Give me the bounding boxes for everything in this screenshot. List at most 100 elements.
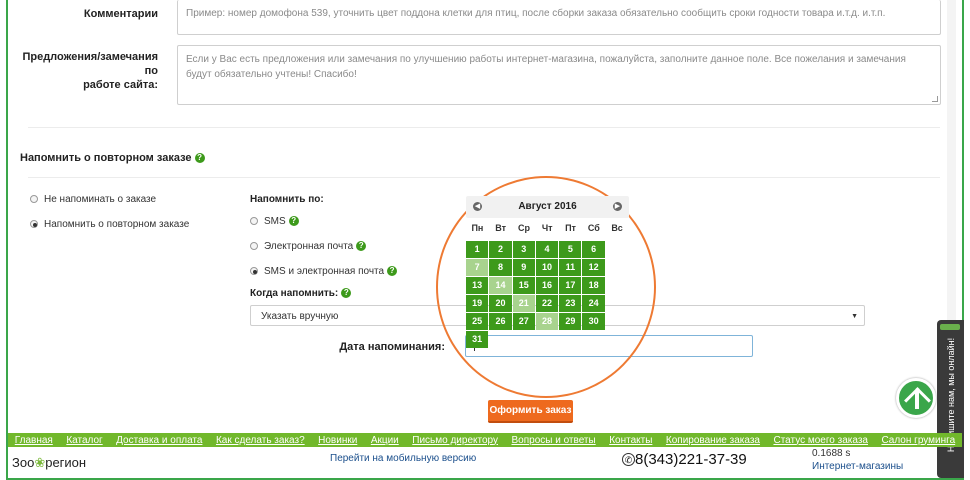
radio-label: Не напоминать о заказе <box>44 194 157 205</box>
radio-button[interactable] <box>250 242 258 250</box>
weekday-label: Пн <box>471 223 484 233</box>
nav-link[interactable]: Салон груминга <box>881 435 955 446</box>
calendar-day[interactable]: 27 <box>512 313 535 330</box>
help-icon[interactable]: ? <box>194 153 205 163</box>
datepicker: ◀ Август 2016 ▶ Пн Вт Ср Чт Пт Сб Вс 123456789… <box>466 196 629 349</box>
weekday-label: Вс <box>611 223 623 233</box>
calendar-day[interactable]: 5 <box>559 241 582 258</box>
radio-label: Электронная почта <box>264 241 354 252</box>
phone-number: ✆ 8(343)221-37-39 <box>622 451 747 468</box>
radio-sms-and-email[interactable]: SMS и электронная почта? <box>250 266 398 277</box>
radio-button[interactable] <box>250 217 258 225</box>
logo-text-1: Зоо <box>12 455 35 470</box>
suggestions-textarea[interactable]: Если у Вас есть предложения или замечани… <box>177 45 941 105</box>
calendar-day[interactable]: 12 <box>582 259 605 276</box>
chevron-down-icon: ▼ <box>851 313 858 320</box>
catalog-link[interactable]: Интернет-магазины <box>812 461 903 472</box>
comments-placeholder: Пример: номер домофона 539, уточнить цве… <box>186 8 886 19</box>
remind-by-label: Напомнить по: <box>250 194 324 205</box>
datepicker-header: ◀ Август 2016 ▶ <box>466 196 629 218</box>
calendar-day[interactable]: 25 <box>466 313 489 330</box>
calendar-day[interactable]: 22 <box>535 295 559 312</box>
comments-textarea[interactable]: Пример: номер домофона 539, уточнить цве… <box>177 0 941 35</box>
nav-link[interactable]: Новинки <box>318 435 357 446</box>
radio-no-reminder[interactable]: Не напоминать о заказе <box>30 194 156 205</box>
calendar-day[interactable]: 19 <box>466 295 489 312</box>
calendar-day[interactable]: 31 <box>466 331 489 348</box>
calendar-day[interactable]: 23 <box>559 295 582 312</box>
help-icon[interactable]: ? <box>341 288 352 298</box>
date-reminder-label: Дата напоминания: <box>339 341 445 353</box>
radio-button-selected[interactable] <box>250 267 258 275</box>
online-chat-tab[interactable]: Напишите нам, мы онлайн! <box>937 320 964 478</box>
help-icon[interactable]: ? <box>387 266 398 276</box>
calendar-day[interactable]: 8 <box>489 259 512 276</box>
weekday-label: Пт <box>565 223 576 233</box>
help-icon[interactable]: ? <box>288 216 299 226</box>
calendar-day[interactable]: 17 <box>559 277 582 294</box>
calendar-day[interactable]: 3 <box>512 241 535 258</box>
calendar-day[interactable]: 28 <box>535 313 559 330</box>
select-value: Указать вручную <box>261 311 339 322</box>
radio-label: SMS <box>264 216 286 227</box>
logo-text-2: регион <box>45 455 87 470</box>
radio-label: Напомнить о повторном заказе <box>44 219 190 230</box>
weekday-label: Вт <box>495 223 507 233</box>
calendar-day[interactable]: 13 <box>466 277 489 294</box>
phone-text: 8(343)221-37-39 <box>635 451 747 468</box>
prev-month-icon[interactable]: ◀ <box>473 202 482 211</box>
arrow-up-icon <box>915 391 919 409</box>
calendar-day[interactable]: 20 <box>489 295 512 312</box>
footer-nav: Главная Каталог Доставка и оплата Как сдела… <box>8 433 962 447</box>
calendar-day[interactable]: 16 <box>535 277 559 294</box>
place-order-button[interactable]: Оформить заказ <box>488 400 573 423</box>
calendar-day[interactable]: 7 <box>466 259 489 276</box>
calendar-day[interactable]: 18 <box>582 277 605 294</box>
nav-link[interactable]: Акции <box>371 435 399 446</box>
nav-link[interactable]: Каталог <box>66 435 102 446</box>
calendar-day[interactable]: 10 <box>535 259 559 276</box>
comments-label: Комментарии <box>83 8 158 20</box>
nav-link[interactable]: Как сделать заказ? <box>216 435 305 446</box>
nav-link[interactable]: Копирование заказа <box>666 435 760 446</box>
nav-link[interactable]: Доставка и оплата <box>116 435 202 446</box>
calendar-day[interactable]: 4 <box>535 241 559 258</box>
calendar-day[interactable]: 24 <box>582 295 605 312</box>
resize-grip[interactable] <box>932 96 938 102</box>
next-month-icon[interactable]: ▶ <box>613 202 622 211</box>
suggestions-placeholder: Если у Вас есть предложения или замечани… <box>186 54 906 80</box>
weekday-label: Сб <box>587 223 600 233</box>
calendar-day[interactable]: 6 <box>582 241 605 258</box>
calendar-day[interactable]: 1 <box>466 241 489 258</box>
calendar-day[interactable]: 21 <box>512 295 535 312</box>
calendar-day[interactable]: 30 <box>582 313 605 330</box>
radio-email[interactable]: Электронная почта? <box>250 241 367 252</box>
radio-button[interactable] <box>30 195 38 203</box>
nav-link[interactable]: Главная <box>15 435 53 446</box>
reminder-section-title: Напомнить о повторном заказе? <box>20 152 205 164</box>
nav-link[interactable]: Контакты <box>609 435 652 446</box>
radio-sms[interactable]: SMS? <box>250 216 299 227</box>
suggestions-label-line2: работе сайта: <box>83 79 158 91</box>
scrollbar[interactable] <box>947 0 956 320</box>
nav-link[interactable]: Письмо директору <box>412 435 498 446</box>
page-timing: 0.1688 s <box>812 448 851 459</box>
radio-button-selected[interactable] <box>30 220 38 228</box>
nav-link[interactable]: Вопросы и ответы <box>511 435 595 446</box>
when-remind-label: Когда напомнить:? <box>250 288 352 299</box>
calendar-day[interactable]: 15 <box>512 277 535 294</box>
radio-repeat-reminder[interactable]: Напомнить о повторном заказе <box>30 219 189 230</box>
calendar-day[interactable]: 29 <box>559 313 582 330</box>
calendar-day[interactable]: 2 <box>489 241 512 258</box>
calendar-day[interactable]: 26 <box>489 313 512 330</box>
nav-link[interactable]: Статус моего заказа <box>773 435 868 446</box>
site-logo[interactable]: Зоо❀регион <box>12 455 86 471</box>
help-icon[interactable]: ? <box>356 241 367 251</box>
mobile-version-link[interactable]: Перейти на мобильную версию <box>330 453 476 464</box>
paw-icon: ❀ <box>34 455 46 470</box>
calendar-day[interactable]: 11 <box>559 259 582 276</box>
calendar-day[interactable]: 14 <box>489 277 512 294</box>
calendar-day[interactable]: 9 <box>512 259 535 276</box>
scroll-to-top-button[interactable] <box>896 378 936 418</box>
datepicker-month: Август 2016 <box>518 201 577 212</box>
